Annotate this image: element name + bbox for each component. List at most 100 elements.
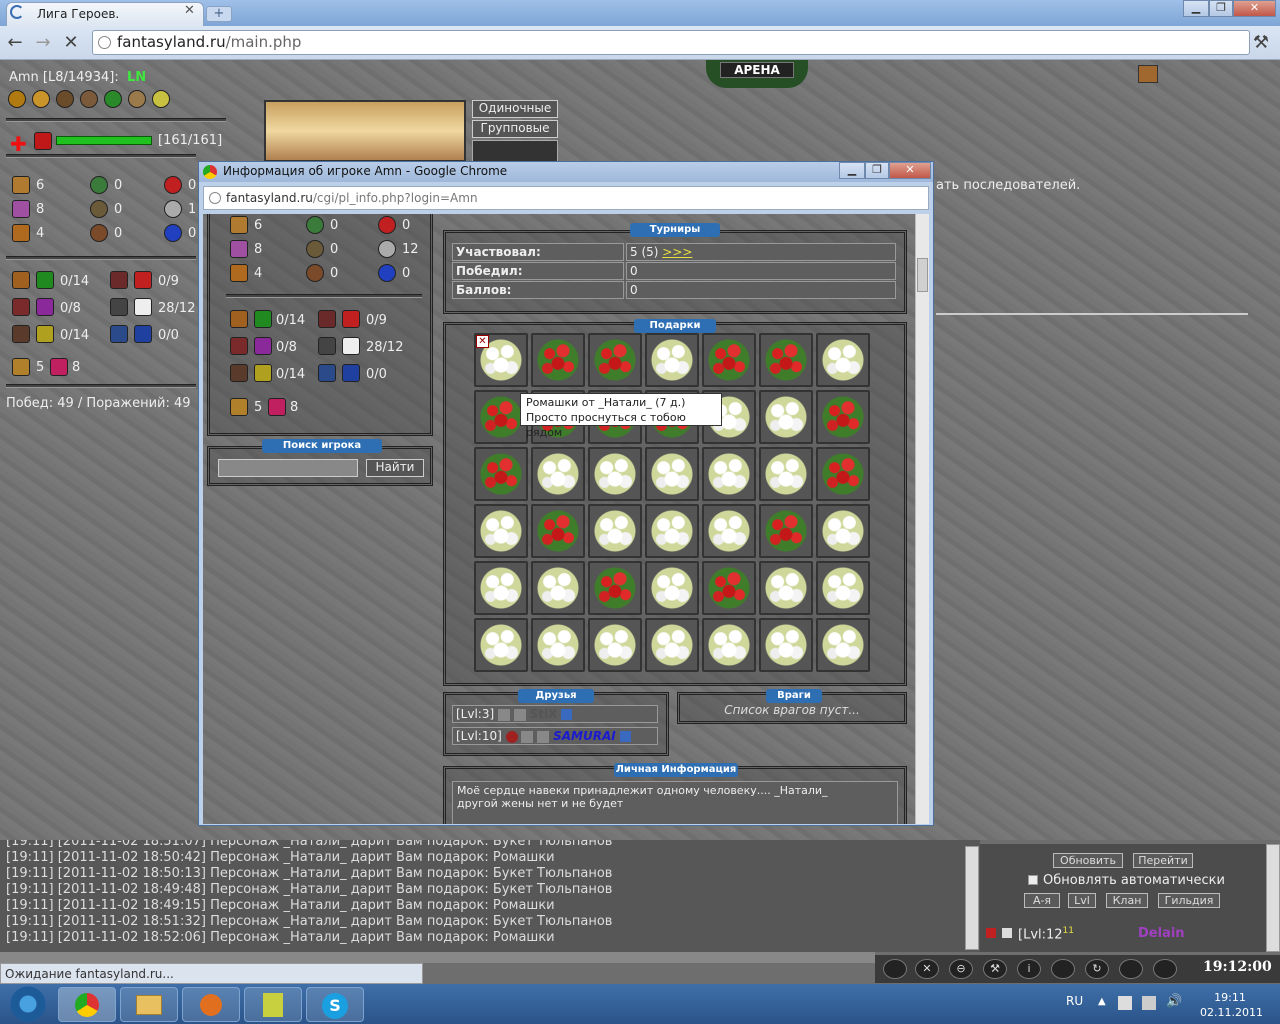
tray-flag-icon[interactable] bbox=[1118, 996, 1132, 1010]
daisy-gift[interactable] bbox=[759, 447, 813, 501]
new-tab-button[interactable]: + bbox=[206, 6, 232, 22]
daisy-gift[interactable] bbox=[645, 618, 699, 672]
single-fight-button[interactable]: Одиночные bbox=[472, 100, 558, 118]
daisy-gift[interactable] bbox=[702, 618, 756, 672]
daisy-gift[interactable] bbox=[816, 333, 870, 387]
daisy-gift[interactable] bbox=[759, 390, 813, 444]
daisy-gift[interactable] bbox=[816, 561, 870, 615]
address-bar[interactable]: fantasyland.ru/main.php bbox=[92, 30, 1250, 55]
buff-icon[interactable] bbox=[80, 90, 98, 108]
tulip-gift[interactable] bbox=[759, 504, 813, 558]
start-button[interactable] bbox=[6, 986, 50, 1022]
wrench-menu-icon[interactable]: ⚒ bbox=[1250, 32, 1272, 54]
info-icon[interactable] bbox=[619, 731, 631, 742]
friend-name[interactable]: StiX bbox=[530, 707, 558, 721]
participated-link[interactable]: >>> bbox=[662, 245, 692, 259]
close-icon[interactable]: ✕ bbox=[915, 959, 939, 979]
volume-icon[interactable]: 🔊 bbox=[1166, 994, 1182, 1009]
back-arrow-icon[interactable]: ← bbox=[4, 32, 26, 54]
refresh-button[interactable]: Обновить bbox=[1053, 853, 1123, 868]
friend-name[interactable]: SAMURAI bbox=[553, 729, 616, 743]
search-player-input[interactable] bbox=[218, 459, 358, 477]
map-icon[interactable] bbox=[1138, 65, 1158, 83]
warrior-icon[interactable] bbox=[1153, 959, 1177, 979]
tulip-gift[interactable] bbox=[531, 504, 585, 558]
language-indicator[interactable]: RU bbox=[1066, 994, 1083, 1008]
stop-icon[interactable]: ✕ bbox=[60, 32, 82, 54]
refresh-icon[interactable]: ↻ bbox=[1085, 959, 1109, 979]
forward-arrow-icon[interactable]: → bbox=[32, 32, 54, 54]
network-icon[interactable] bbox=[1142, 996, 1156, 1010]
buff-icon[interactable] bbox=[104, 90, 122, 108]
castle-icon[interactable] bbox=[1119, 959, 1143, 979]
popup-maximize-button[interactable]: ❐ bbox=[865, 162, 889, 179]
daisy-gift[interactable] bbox=[588, 447, 642, 501]
tulip-gift[interactable] bbox=[816, 390, 870, 444]
sort-level-button[interactable]: Lvl bbox=[1068, 893, 1096, 908]
skype-taskbar-button[interactable]: S bbox=[306, 987, 364, 1022]
tulip-gift[interactable] bbox=[702, 333, 756, 387]
tulip-gift[interactable] bbox=[759, 333, 813, 387]
popup-close-button[interactable]: ✕ bbox=[889, 162, 931, 179]
daisy-gift[interactable] bbox=[474, 504, 528, 558]
app-taskbar-button[interactable] bbox=[244, 987, 302, 1022]
players-icon[interactable] bbox=[1051, 959, 1075, 979]
popup-scrollbar[interactable] bbox=[915, 214, 929, 824]
buff-icon[interactable] bbox=[8, 90, 26, 108]
daisy-gift[interactable] bbox=[474, 561, 528, 615]
buff-icon[interactable] bbox=[128, 90, 146, 108]
scrollbar-thumb[interactable] bbox=[917, 258, 928, 292]
daisy-gift[interactable] bbox=[645, 504, 699, 558]
daisy-gift[interactable] bbox=[759, 618, 813, 672]
tulip-gift[interactable] bbox=[531, 333, 585, 387]
chrome-taskbar-button[interactable] bbox=[58, 987, 116, 1022]
media-taskbar-button[interactable] bbox=[182, 987, 240, 1022]
tulip-gift[interactable] bbox=[702, 561, 756, 615]
buff-icon[interactable] bbox=[152, 90, 170, 108]
goto-button[interactable]: Перейти bbox=[1133, 853, 1193, 868]
tools-icon[interactable]: ⚒ bbox=[983, 959, 1007, 979]
info-icon[interactable]: i bbox=[1017, 959, 1041, 979]
info-icon[interactable] bbox=[561, 709, 573, 720]
minimize-button[interactable]: ▁ bbox=[1183, 0, 1209, 17]
tab-close-icon[interactable]: ✕ bbox=[184, 3, 195, 18]
horizontal-scrollbar[interactable] bbox=[0, 952, 875, 963]
sort-guild-button[interactable]: Гильдия bbox=[1158, 893, 1220, 908]
chat-scrollbar[interactable] bbox=[965, 846, 979, 950]
sort-alpha-button[interactable]: А-я bbox=[1024, 893, 1060, 908]
explorer-taskbar-button[interactable] bbox=[120, 987, 178, 1022]
buff-icon[interactable] bbox=[32, 90, 50, 108]
ignore-icon[interactable] bbox=[986, 928, 996, 938]
daisy-gift[interactable] bbox=[645, 333, 699, 387]
daisy-gift[interactable] bbox=[816, 504, 870, 558]
browser-tab[interactable]: Лига Героев. bbox=[6, 2, 204, 26]
daisy-gift[interactable] bbox=[645, 561, 699, 615]
private-icon[interactable] bbox=[1002, 928, 1012, 938]
online-scrollbar[interactable] bbox=[1266, 844, 1280, 952]
tray-expand-icon[interactable]: ▲ bbox=[1098, 996, 1106, 1007]
popup-address-bar[interactable]: fantasyland.ru/cgi/pl_info.php?login=Amn bbox=[203, 186, 929, 210]
daisy-gift[interactable] bbox=[531, 561, 585, 615]
sort-clan-button[interactable]: Клан bbox=[1106, 893, 1148, 908]
daisy-gift[interactable] bbox=[645, 447, 699, 501]
daisy-gift[interactable] bbox=[702, 447, 756, 501]
daisy-gift[interactable] bbox=[531, 618, 585, 672]
tulip-gift[interactable] bbox=[474, 447, 528, 501]
daisy-gift[interactable] bbox=[531, 447, 585, 501]
friend-row[interactable]: [Lvl:3] StiX bbox=[452, 705, 658, 723]
delete-gift-icon[interactable]: ✕ bbox=[476, 335, 489, 348]
popup-minimize-button[interactable]: ▁ bbox=[839, 162, 865, 179]
daisy-gift[interactable] bbox=[816, 618, 870, 672]
online-player-name[interactable]: Delain bbox=[1138, 926, 1185, 941]
friend-row[interactable]: [Lvl:10] SAMURAI bbox=[452, 727, 658, 745]
group-fight-button[interactable]: Групповые bbox=[472, 120, 558, 138]
daisy-gift[interactable] bbox=[588, 618, 642, 672]
action-icon[interactable] bbox=[883, 959, 907, 979]
tulip-gift[interactable] bbox=[588, 333, 642, 387]
maximize-button[interactable]: ❐ bbox=[1209, 0, 1233, 17]
minus-icon[interactable]: ⊖ bbox=[949, 959, 973, 979]
buff-icon[interactable] bbox=[56, 90, 74, 108]
close-window-button[interactable]: ✕ bbox=[1233, 0, 1276, 17]
tray-clock[interactable]: 19:11 02.11.2011 bbox=[1200, 990, 1263, 1020]
auto-refresh-checkbox[interactable] bbox=[1028, 875, 1038, 885]
